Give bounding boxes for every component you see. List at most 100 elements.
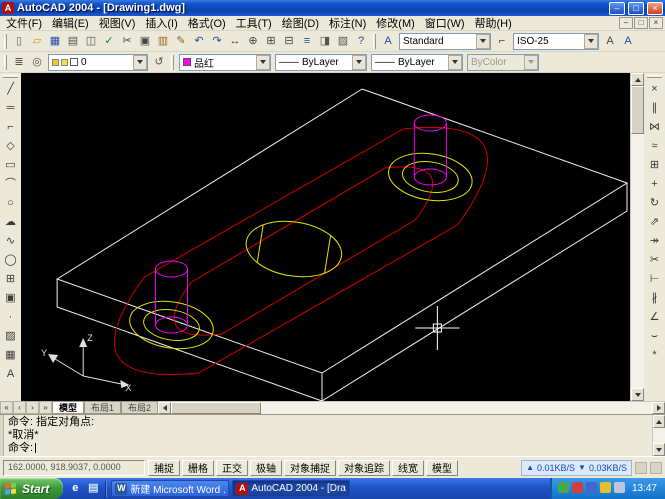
- spline-icon[interactable]: ∿: [1, 232, 20, 251]
- scroll-down-icon[interactable]: [653, 443, 665, 456]
- circle-icon[interactable]: ○: [1, 194, 20, 213]
- menu-window[interactable]: 窗口(W): [420, 15, 470, 31]
- offset-icon[interactable]: ≈: [645, 137, 664, 156]
- zoom-realtime-icon[interactable]: ⊕: [244, 33, 262, 50]
- extend-icon[interactable]: ⊢: [645, 270, 664, 289]
- point-icon[interactable]: ·: [1, 308, 20, 327]
- osnap-toggle[interactable]: 对象捕捉: [284, 460, 336, 476]
- toolbar-grip[interactable]: [3, 75, 18, 78]
- chevron-down-icon[interactable]: [256, 55, 270, 70]
- polyline-icon[interactable]: ⌐: [1, 118, 20, 137]
- command-window[interactable]: 命令: 指定对角点:*取消* 命令:: [0, 414, 665, 456]
- scroll-right-icon[interactable]: [652, 402, 665, 414]
- quicklaunch-desktop-icon[interactable]: ▤: [85, 481, 101, 497]
- tab-nav-next-icon[interactable]: ›: [26, 401, 39, 414]
- tab-model[interactable]: 模型: [52, 401, 84, 414]
- horizontal-scrollbar[interactable]: [158, 401, 665, 414]
- designcenter-icon[interactable]: ◨: [316, 33, 334, 50]
- scroll-left-icon[interactable]: [158, 402, 171, 414]
- layer-dropdown[interactable]: 0: [48, 54, 148, 71]
- chevron-down-icon[interactable]: [448, 55, 462, 70]
- fillet-icon[interactable]: ⌣: [645, 327, 664, 346]
- explode-icon[interactable]: *: [645, 346, 664, 365]
- properties-icon[interactable]: ≡: [298, 33, 316, 50]
- make-block-icon[interactable]: ▣: [1, 289, 20, 308]
- construction-line-icon[interactable]: ═: [1, 99, 20, 118]
- chevron-down-icon[interactable]: [352, 55, 366, 70]
- match-properties-icon[interactable]: ✎: [172, 33, 190, 50]
- tray-icon-2[interactable]: [572, 480, 583, 498]
- text-style-icon[interactable]: A: [379, 33, 397, 50]
- tray-icon-1[interactable]: [558, 480, 569, 498]
- color-dropdown[interactable]: 品红: [179, 54, 271, 71]
- spelling-icon[interactable]: ✓: [100, 33, 118, 50]
- pan-icon[interactable]: ↔: [226, 33, 244, 50]
- break-icon[interactable]: ∦: [645, 289, 664, 308]
- menu-file[interactable]: 文件(F): [1, 15, 47, 31]
- menu-format[interactable]: 格式(O): [183, 15, 231, 31]
- tab-layout1[interactable]: 布局1: [84, 401, 121, 414]
- toolbar-grip[interactable]: [373, 34, 376, 49]
- dim-style-icon[interactable]: ⌐: [493, 33, 511, 50]
- tray-icon-3[interactable]: [586, 480, 597, 498]
- open-icon[interactable]: ▱: [28, 33, 46, 50]
- vertical-scrollbar[interactable]: [630, 73, 644, 401]
- chamfer-icon[interactable]: ∠: [645, 308, 664, 327]
- scroll-down-icon[interactable]: [631, 388, 644, 401]
- maximize-button[interactable]: □: [628, 2, 644, 15]
- minimize-button[interactable]: –: [609, 2, 625, 15]
- insert-block-icon[interactable]: ⊞: [1, 270, 20, 289]
- make-layer-current-icon[interactable]: ◎: [28, 54, 46, 71]
- hatch-icon[interactable]: ▨: [1, 327, 20, 346]
- mdi-close-button[interactable]: ×: [649, 17, 663, 29]
- array-icon[interactable]: ⊞: [645, 156, 664, 175]
- redo-icon[interactable]: ↷: [208, 33, 226, 50]
- close-button[interactable]: ×: [647, 2, 663, 15]
- tab-nav-first-icon[interactable]: «: [0, 401, 13, 414]
- drawing-canvas[interactable]: Z Y X: [21, 73, 630, 401]
- zoom-previous-icon[interactable]: ⊟: [280, 33, 298, 50]
- lineweight-dropdown[interactable]: —— ByLayer: [371, 54, 463, 71]
- menu-draw[interactable]: 绘图(D): [277, 15, 324, 31]
- plot-preview-icon[interactable]: ◫: [82, 33, 100, 50]
- menu-tools[interactable]: 工具(T): [231, 15, 277, 31]
- toolbar-grip[interactable]: [647, 75, 662, 78]
- tray-icon-5[interactable]: [614, 480, 625, 498]
- horizontal-scrollbar-track[interactable]: [261, 402, 652, 414]
- otrack-toggle[interactable]: 对象追踪: [338, 460, 390, 476]
- linetype-dropdown[interactable]: —— ByLayer: [275, 54, 367, 71]
- scroll-up-icon[interactable]: [653, 415, 665, 428]
- scale-icon[interactable]: ⇗: [645, 213, 664, 232]
- line-icon[interactable]: ╱: [1, 80, 20, 99]
- menu-insert[interactable]: 插入(I): [140, 15, 182, 31]
- chevron-down-icon[interactable]: [133, 55, 147, 70]
- menu-modify[interactable]: 修改(M): [371, 15, 420, 31]
- snap-toggle[interactable]: 捕捉: [148, 460, 180, 476]
- rotate-icon[interactable]: ↻: [645, 194, 664, 213]
- mdi-minimize-button[interactable]: –: [619, 17, 633, 29]
- mdi-restore-button[interactable]: □: [634, 17, 648, 29]
- taskbar-task-word[interactable]: W新建 Microsoft Word ...: [111, 480, 229, 497]
- rectangle-icon[interactable]: ▭: [1, 156, 20, 175]
- menu-dimension[interactable]: 标注(N): [324, 15, 371, 31]
- layer-properties-icon[interactable]: ≣: [10, 54, 28, 71]
- taskbar-task-autocad[interactable]: AAutoCAD 2004 - [Dra...: [232, 480, 350, 497]
- chevron-down-icon[interactable]: [476, 34, 490, 49]
- model-toggle[interactable]: 模型: [426, 460, 458, 476]
- plot-icon[interactable]: ▤: [64, 33, 82, 50]
- trim-icon[interactable]: ✂: [645, 251, 664, 270]
- save-icon[interactable]: ▦: [46, 33, 64, 50]
- mirror-icon[interactable]: ⋈: [645, 118, 664, 137]
- tab-nav-prev-icon[interactable]: ‹: [13, 401, 26, 414]
- toolbar-grip[interactable]: [4, 55, 7, 70]
- copy-icon[interactable]: ∥: [645, 99, 664, 118]
- menu-view[interactable]: 视图(V): [94, 15, 141, 31]
- copy-to-clipboard-icon[interactable]: ▣: [136, 33, 154, 50]
- toolbar-grip[interactable]: [4, 34, 7, 49]
- ortho-toggle[interactable]: 正交: [216, 460, 248, 476]
- dim-style-dropdown[interactable]: ISO-25: [513, 33, 599, 50]
- command-prompt-line[interactable]: 命令:: [8, 442, 648, 455]
- dim-style-manager-icon[interactable]: A: [619, 33, 637, 50]
- tool-palettes-icon[interactable]: ▧: [334, 33, 352, 50]
- scroll-up-icon[interactable]: [631, 73, 644, 86]
